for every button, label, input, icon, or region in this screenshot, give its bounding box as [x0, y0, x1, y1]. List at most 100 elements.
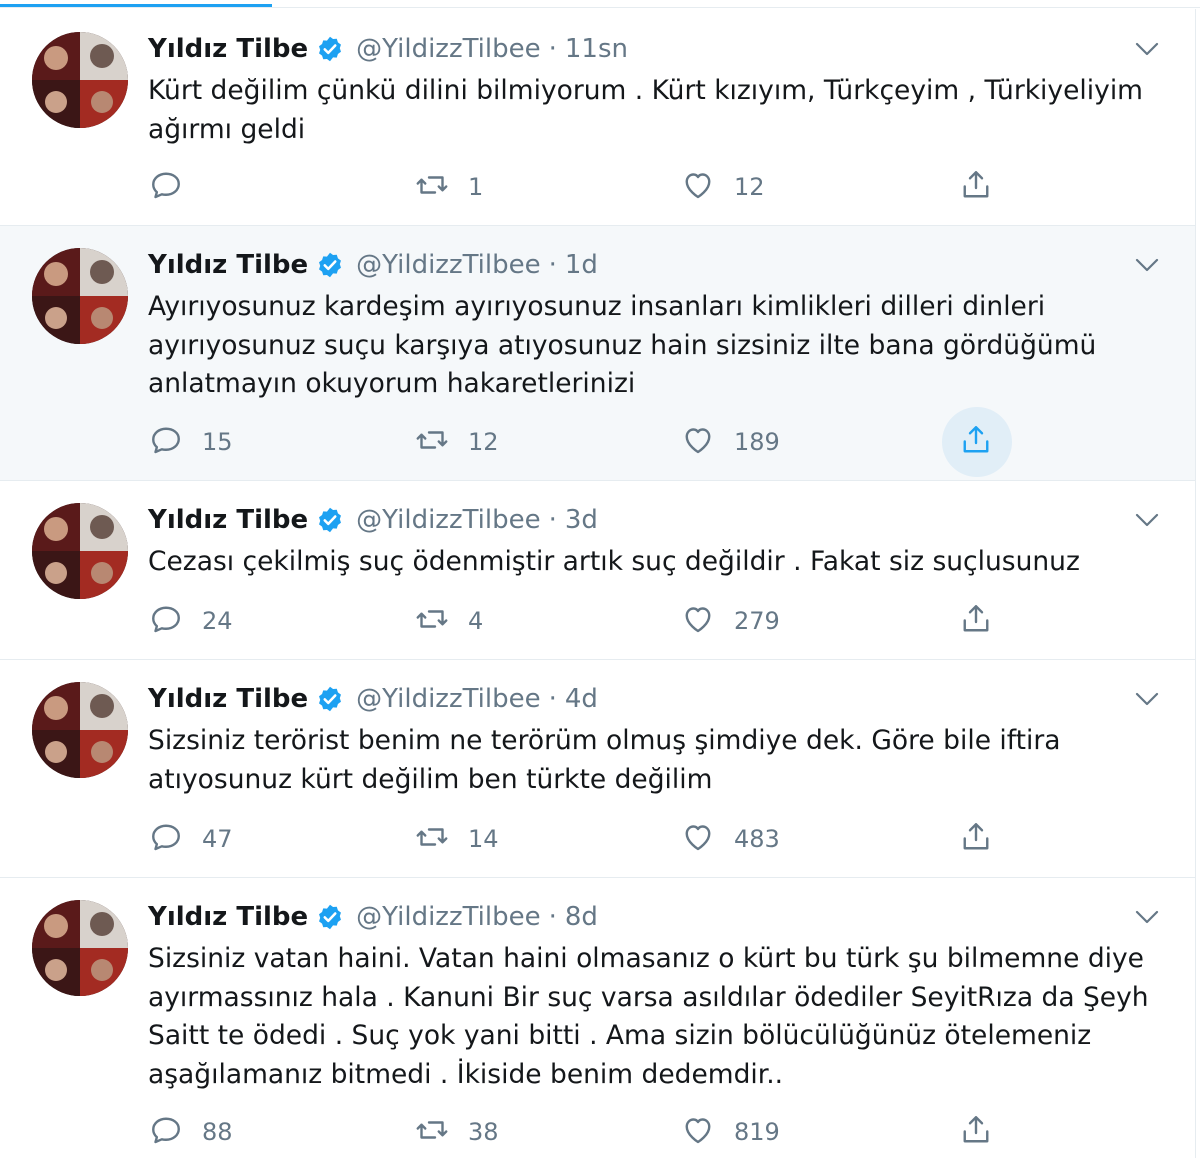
retweet-icon	[414, 601, 450, 641]
reply-button[interactable]: 24	[148, 599, 233, 643]
author-handle[interactable]: @YildizzTilbee	[356, 250, 540, 280]
reply-icon	[148, 1112, 184, 1152]
like-button[interactable]: 819	[680, 1110, 780, 1154]
retweet-button[interactable]: 1	[414, 165, 483, 209]
chevron-down-icon[interactable]	[1133, 907, 1161, 927]
like-count: 483	[734, 825, 780, 853]
tweet-text: Sizsiniz vatan haini. Vatan haini olmasa…	[148, 943, 1149, 1090]
tweet[interactable]: Yıldız Tilbe @YildizzTilbee · 1d Ayırıyo…	[0, 226, 1195, 481]
reply-button[interactable]: 15	[148, 420, 233, 464]
tweet[interactable]: Yıldız Tilbe @YildizzTilbee · 4d Sizsini…	[0, 660, 1195, 878]
reply-icon	[148, 167, 184, 207]
reply-button[interactable]	[148, 165, 202, 209]
reply-count: 24	[202, 607, 233, 635]
chevron-down-icon[interactable]	[1133, 255, 1161, 275]
retweet-count: 12	[468, 428, 499, 456]
like-button[interactable]: 279	[680, 599, 780, 643]
chevron-down-icon[interactable]	[1133, 510, 1161, 530]
share-button[interactable]	[958, 599, 994, 643]
tweet-actions: 24 4 279	[0, 599, 1196, 643]
tweet-actions: 1 12	[0, 165, 1196, 209]
separator-dot: ·	[548, 902, 557, 932]
author-name[interactable]: Yıldız Tilbe	[148, 250, 308, 280]
tweet[interactable]: Yıldız Tilbe @YildizzTilbee · 11sn Kürt …	[0, 9, 1195, 226]
author-name[interactable]: Yıldız Tilbe	[148, 684, 308, 714]
like-button[interactable]: 12	[680, 165, 765, 209]
like-button[interactable]: 483	[680, 817, 780, 861]
separator-dot: ·	[548, 684, 557, 714]
share-icon	[958, 1112, 994, 1152]
verified-badge-icon	[316, 506, 344, 534]
like-count: 819	[734, 1118, 780, 1146]
tweet-header: Yıldız Tilbe @YildizzTilbee · 1d	[148, 248, 598, 282]
retweet-count: 38	[468, 1118, 499, 1146]
author-handle[interactable]: @YildizzTilbee	[356, 505, 540, 535]
author-name[interactable]: Yıldız Tilbe	[148, 902, 308, 932]
share-icon	[958, 819, 994, 859]
chevron-down-icon[interactable]	[1133, 39, 1161, 59]
verified-badge-icon	[316, 35, 344, 63]
avatar[interactable]	[32, 503, 128, 599]
retweet-icon	[414, 1112, 450, 1152]
separator-dot: ·	[548, 250, 557, 280]
retweet-button[interactable]: 14	[414, 817, 499, 861]
like-icon	[680, 1112, 716, 1152]
tweet-header: Yıldız Tilbe @YildizzTilbee · 11sn	[148, 32, 628, 66]
retweet-icon	[414, 167, 450, 207]
separator-dot: ·	[548, 34, 557, 64]
tweet-time[interactable]: 3d	[565, 505, 598, 535]
like-count: 12	[734, 173, 765, 201]
author-handle[interactable]: @YildizzTilbee	[356, 902, 540, 932]
retweet-count: 1	[468, 173, 484, 201]
tweet-feed: Yıldız Tilbe @YildizzTilbee · 11sn Kürt …	[0, 9, 1196, 1158]
retweet-button[interactable]: 4	[414, 599, 483, 643]
share-icon	[958, 601, 994, 641]
active-tab-indicator	[0, 4, 272, 7]
tweet-time[interactable]: 4d	[565, 684, 598, 714]
retweet-button[interactable]: 12	[414, 420, 499, 464]
retweet-icon	[414, 422, 450, 462]
avatar[interactable]	[32, 900, 128, 996]
tweet[interactable]: Yıldız Tilbe @YildizzTilbee · 8d Sizsini…	[0, 878, 1195, 1158]
tweet-actions: 88 38 819	[0, 1110, 1196, 1154]
author-name[interactable]: Yıldız Tilbe	[148, 34, 308, 64]
share-button[interactable]	[958, 1110, 994, 1154]
tweet-time[interactable]: 11sn	[565, 34, 628, 64]
chevron-down-icon[interactable]	[1133, 689, 1161, 709]
like-icon	[680, 601, 716, 641]
share-button[interactable]	[958, 165, 994, 209]
reply-button[interactable]: 47	[148, 817, 233, 861]
reply-count: 15	[202, 428, 233, 456]
reply-icon	[148, 422, 184, 462]
like-count: 189	[734, 428, 780, 456]
retweet-count: 4	[468, 607, 484, 635]
reply-button[interactable]: 88	[148, 1110, 233, 1154]
like-icon	[680, 422, 716, 462]
like-button[interactable]: 189	[680, 420, 780, 464]
retweet-count: 14	[468, 825, 499, 853]
avatar[interactable]	[32, 682, 128, 778]
share-button[interactable]	[958, 420, 994, 464]
like-icon	[680, 819, 716, 859]
share-icon	[958, 167, 994, 207]
tweet-header: Yıldız Tilbe @YildizzTilbee · 8d	[148, 900, 598, 934]
reply-count: 88	[202, 1118, 233, 1146]
tweet[interactable]: Yıldız Tilbe @YildizzTilbee · 3d Cezası …	[0, 481, 1195, 660]
retweet-icon	[414, 819, 450, 859]
tweet-time[interactable]: 8d	[565, 902, 598, 932]
author-handle[interactable]: @YildizzTilbee	[356, 684, 540, 714]
tweet-header: Yıldız Tilbe @YildizzTilbee · 3d	[148, 503, 598, 537]
reply-count: 47	[202, 825, 233, 853]
tweet-actions: 47 14 483	[0, 817, 1196, 861]
tweet-time[interactable]: 1d	[565, 250, 598, 280]
avatar[interactable]	[32, 32, 128, 128]
reply-icon	[148, 819, 184, 859]
separator-dot: ·	[548, 505, 557, 535]
avatar[interactable]	[32, 248, 128, 344]
retweet-button[interactable]: 38	[414, 1110, 499, 1154]
share-button[interactable]	[958, 817, 994, 861]
author-name[interactable]: Yıldız Tilbe	[148, 505, 308, 535]
tweet-text: Cezası çekilmiş suç ödenmiştir artık suç…	[148, 546, 1080, 577]
author-handle[interactable]: @YildizzTilbee	[356, 34, 540, 64]
like-count: 279	[734, 607, 780, 635]
